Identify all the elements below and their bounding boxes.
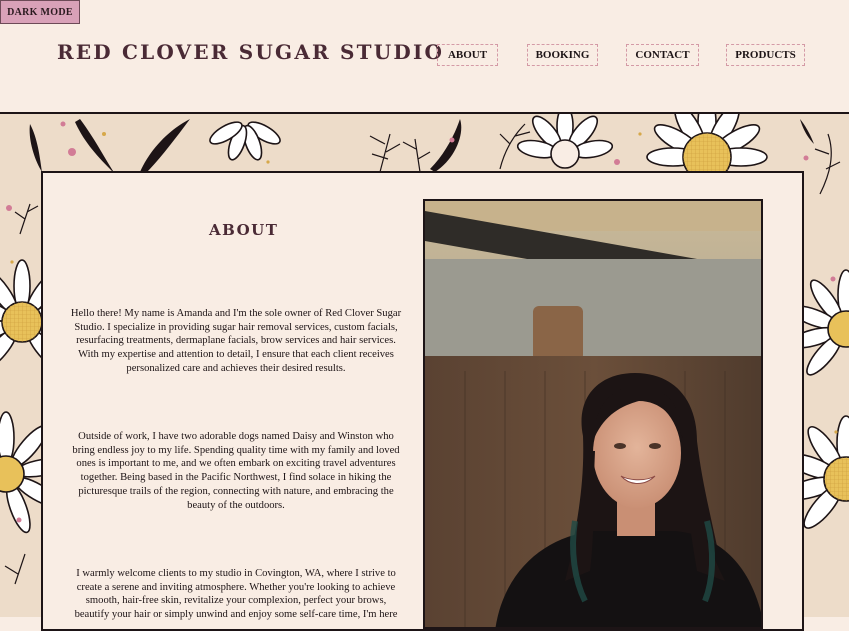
dark-mode-toggle[interactable]: DARK MODE — [0, 0, 80, 24]
brand-title[interactable]: RED CLOVER SUGAR STUDIO — [57, 40, 444, 64]
about-paragraph-3: I warmly welcome clients to my studio in… — [74, 568, 398, 621]
about-paragraph-1: Hello there! My name is Amanda and I'm t… — [70, 308, 402, 374]
owner-portrait-photo — [423, 199, 763, 629]
nav-products[interactable]: PRODUCTS — [726, 44, 805, 66]
owner-portrait — [425, 201, 761, 627]
about-title: ABOUT — [209, 221, 279, 239]
nav-booking[interactable]: BOOKING — [527, 44, 598, 66]
about-paragraph-2: Outside of work, I have two adorable dog… — [72, 431, 400, 511]
nav-about[interactable]: ABOUT — [437, 44, 498, 66]
nav-contact[interactable]: CONTACT — [626, 44, 699, 66]
